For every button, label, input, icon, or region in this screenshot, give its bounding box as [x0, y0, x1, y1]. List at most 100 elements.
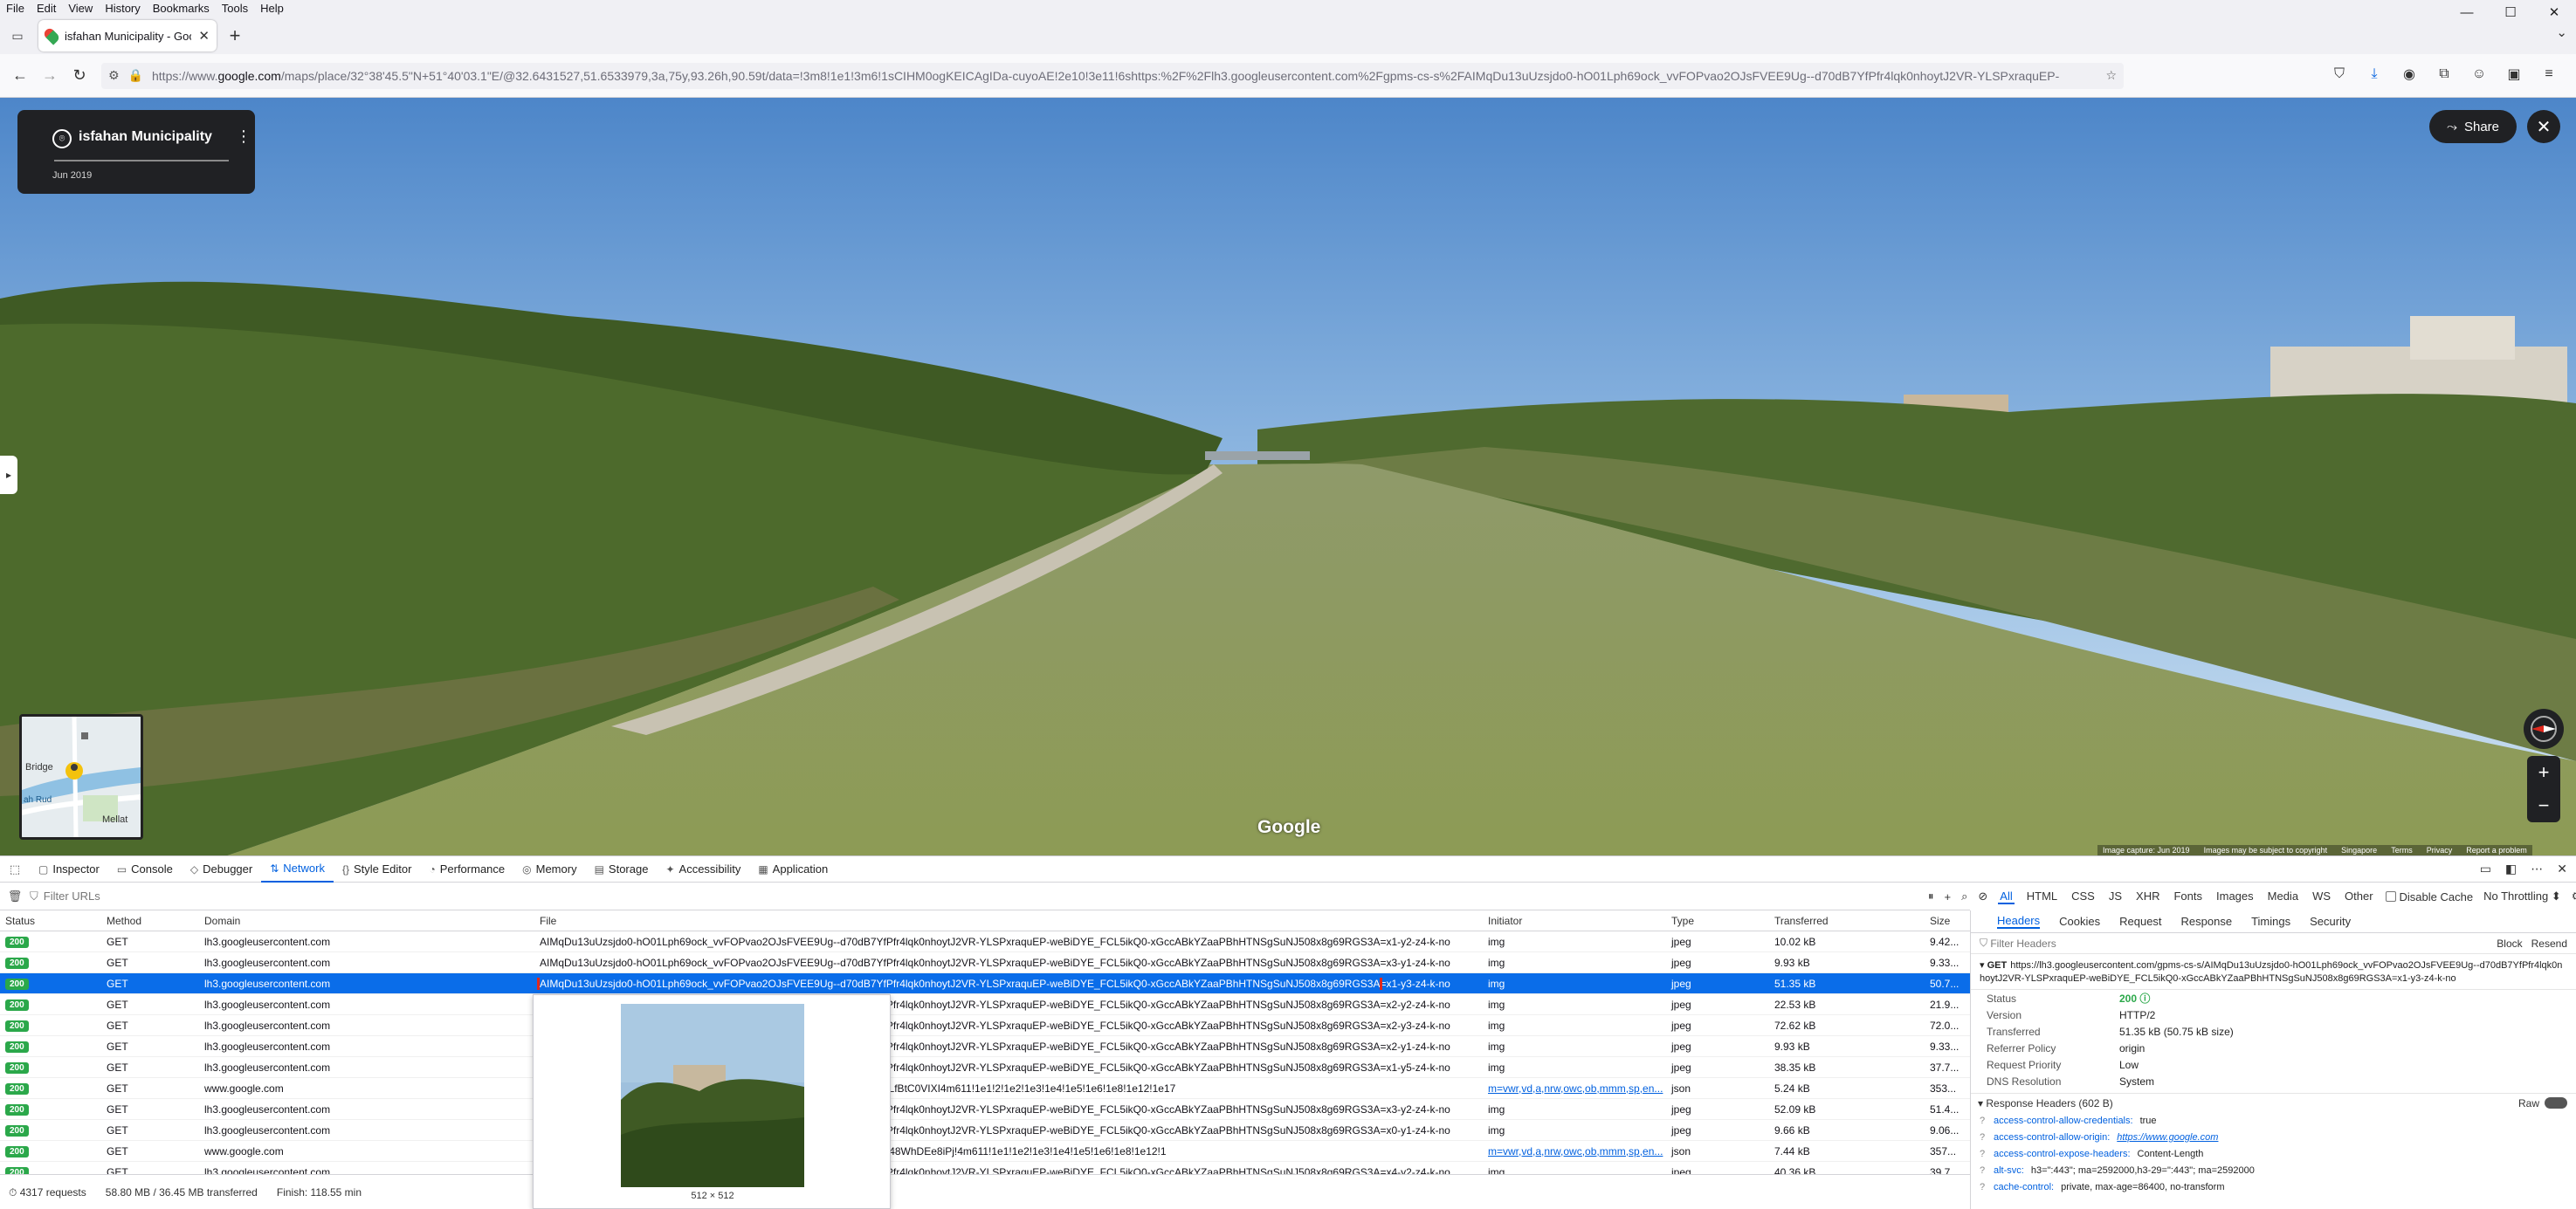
menu-help[interactable]: Help	[254, 0, 290, 17]
request-row[interactable]: 200 GET lh3.googleusercontent.com AIMqDu13u…	[0, 1057, 1970, 1078]
reload-icon[interactable]: ↻	[65, 61, 94, 91]
details-tab-headers[interactable]: Headers	[1997, 914, 2041, 929]
request-row[interactable]: 200 GET lh3.googleusercontent.com AIMqDu13u…	[0, 994, 1970, 1015]
details-tab-cookies[interactable]: Cookies	[2059, 915, 2100, 928]
container-icon[interactable]: ▣	[2503, 63, 2525, 86]
browser-tab-active[interactable]: isfahan Municipality - Google ✕	[38, 20, 217, 52]
devtools-close-icon[interactable]: ✕	[2557, 862, 2567, 876]
tab-performance[interactable]: ◔ Performance	[420, 856, 513, 883]
street-view-panorama[interactable]: ⌾ isfahan Municipality ⋮ Jun 2019 ⤳ Shar…	[0, 98, 2576, 855]
filter-urls-input[interactable]: ⛉ Filter URLs	[30, 890, 100, 903]
resend-button[interactable]: Resend	[2531, 938, 2567, 950]
filter-html[interactable]: HTML	[2025, 890, 2059, 904]
profile-icon[interactable]: ☺	[2468, 63, 2490, 86]
help-icon[interactable]: ?	[1980, 1132, 1994, 1143]
new-tab-plus-icon[interactable]: +	[222, 23, 248, 49]
help-icon[interactable]: ?	[1980, 1165, 1994, 1176]
col-status[interactable]: Status	[0, 915, 103, 927]
devtools-more-icon[interactable]: ⋯	[2531, 862, 2543, 876]
filter-ws[interactable]: WS	[2311, 890, 2332, 904]
request-row[interactable]: 200 GET lh3.googleusercontent.com AIMqDu13u…	[0, 931, 1970, 952]
tab-inspector[interactable]: ▢ Inspector	[30, 856, 108, 883]
initiator-value[interactable]: m=vwr,vd,a,nrw,owc,ob,mmm,sp,en...	[1488, 1145, 1663, 1157]
footer-privacy[interactable]: Privacy	[2427, 845, 2453, 855]
responsive-design-icon[interactable]: ▭	[2480, 862, 2491, 876]
checkbox-box[interactable]	[2385, 891, 2396, 902]
tab-memory[interactable]: ◎ Memory	[513, 856, 585, 883]
help-icon[interactable]: ?	[1980, 1149, 1994, 1159]
filter-xhr[interactable]: XHR	[2134, 890, 2161, 904]
pocket-icon[interactable]: ⛉	[2328, 63, 2351, 86]
hamburger-menu-icon[interactable]: ≡	[2538, 63, 2560, 86]
footer-report[interactable]: Report a problem	[2466, 845, 2527, 855]
menu-history[interactable]: History	[99, 0, 146, 17]
bookmark-star-icon[interactable]: ☆	[2105, 68, 2117, 83]
col-file[interactable]: File	[536, 915, 1484, 927]
url-text[interactable]: https://www.google.com/maps/place/32°38'…	[152, 69, 2097, 83]
url-bar[interactable]: ⚙ 🔒 https://www.google.com/maps/place/32…	[101, 62, 2124, 89]
expand-request-icon[interactable]: ▾	[1980, 960, 1987, 971]
element-picker-icon[interactable]: ⬚	[0, 862, 30, 876]
request-row[interactable]: 200 GET lh3.googleusercontent.com AIMqDu13u…	[0, 1015, 1970, 1036]
details-tab-request[interactable]: Request	[2119, 915, 2161, 928]
request-row[interactable]: 200 GET lh3.googleusercontent.com AIMqDu13u…	[0, 1036, 1970, 1057]
expand-panel-icon[interactable]: ▸	[0, 456, 17, 494]
back-arrow-icon[interactable]: ←	[5, 61, 35, 91]
forward-arrow-icon[interactable]: →	[35, 61, 65, 91]
tab-list-icon[interactable]: ▭	[2, 20, 33, 52]
request-row[interactable]: 200 GET lh3.googleusercontent.com AIMqDu13u…	[0, 1120, 1970, 1141]
timeline-bar[interactable]	[54, 160, 229, 161]
col-type[interactable]: Type	[1668, 915, 1771, 927]
close-street-view-icon[interactable]: ✕	[2527, 110, 2560, 143]
compass-icon[interactable]	[2524, 709, 2564, 749]
tab-console[interactable]: ▭ Console	[108, 856, 182, 883]
filter-all[interactable]: All	[1998, 890, 2015, 904]
tab-debugger[interactable]: ◇ Debugger	[182, 856, 261, 883]
zoom-in-icon[interactable]: +	[2538, 761, 2550, 784]
clear-log-icon[interactable]: 🗑	[0, 890, 30, 903]
col-size[interactable]: Size	[1926, 915, 1970, 927]
block-button[interactable]: Block	[2497, 938, 2522, 950]
col-transferred[interactable]: Transferred	[1771, 915, 1926, 927]
account-icon[interactable]: ◉	[2398, 63, 2421, 86]
search-icon[interactable]: ⌕	[1961, 890, 1967, 903]
filter-js[interactable]: JS	[2107, 890, 2124, 904]
network-settings-icon[interactable]: ⚙	[2572, 890, 2576, 903]
pause-icon[interactable]: ⏸	[1928, 890, 1934, 903]
request-row[interactable]: 200 GET lh3.googleusercontent.com AIMqDu13u…	[0, 952, 1970, 973]
tab-storage[interactable]: ▤ Storage	[586, 856, 658, 883]
raw-switch[interactable]	[2545, 1097, 2567, 1109]
throttling-select[interactable]: No Throttling ⬍	[2483, 890, 2561, 903]
col-domain[interactable]: Domain	[201, 915, 536, 927]
filter-headers-input[interactable]: ⛉ Filter Headers Block Resend	[1971, 933, 2576, 954]
filter-fonts[interactable]: Fonts	[2172, 890, 2204, 904]
place-title[interactable]: isfahan Municipality	[79, 129, 212, 145]
menu-view[interactable]: View	[62, 0, 99, 17]
initiator-value[interactable]: m=vwr,vd,a,nrw,owc,ob,mmm,sp,en...	[1488, 1082, 1663, 1095]
tab-style-editor[interactable]: {} Style Editor	[334, 856, 421, 883]
details-tab-timings[interactable]: Timings	[2251, 915, 2290, 928]
menu-edit[interactable]: Edit	[31, 0, 62, 17]
tab-close-icon[interactable]: ✕	[198, 28, 210, 44]
header-value[interactable]: https://www.google.com	[2117, 1132, 2218, 1143]
tab-accessibility[interactable]: ✦ Accessibility	[657, 856, 749, 883]
disable-cache-checkbox[interactable]: Disable Cache	[2385, 890, 2473, 903]
footer-terms[interactable]: Terms	[2391, 845, 2413, 855]
request-row[interactable]: 200 GET lh3.googleusercontent.com AIMqDu13u…	[0, 1099, 1970, 1120]
extensions-icon[interactable]: ⧉	[2433, 63, 2455, 86]
capture-date[interactable]: Jun 2019	[52, 170, 92, 181]
add-request-icon[interactable]: +	[1945, 890, 1952, 903]
request-row[interactable]: 200GETwww.google.comm2!1sen!2ssg!3m3!1m2…	[0, 1141, 1970, 1162]
details-tab-response[interactable]: Response	[2181, 915, 2233, 928]
tab-application[interactable]: ▦ Application	[749, 856, 837, 883]
col-method[interactable]: Method	[103, 915, 201, 927]
zoom-out-icon[interactable]: −	[2538, 794, 2550, 817]
menu-tools[interactable]: Tools	[216, 0, 254, 17]
menu-bookmarks[interactable]: Bookmarks	[147, 0, 216, 17]
block-icon[interactable]: ⊘	[1978, 890, 1987, 903]
raw-toggle[interactable]: Raw	[2518, 1097, 2576, 1109]
response-headers-section[interactable]: ▾ Response Headers (602 B) Raw	[1971, 1093, 2576, 1112]
request-row[interactable]: 200 GET lh3.googleusercontent.com AIMqDu13u…	[0, 973, 1970, 994]
footer-region[interactable]: Singapore	[2341, 845, 2377, 855]
share-button[interactable]: ⤳ Share	[2429, 110, 2517, 143]
